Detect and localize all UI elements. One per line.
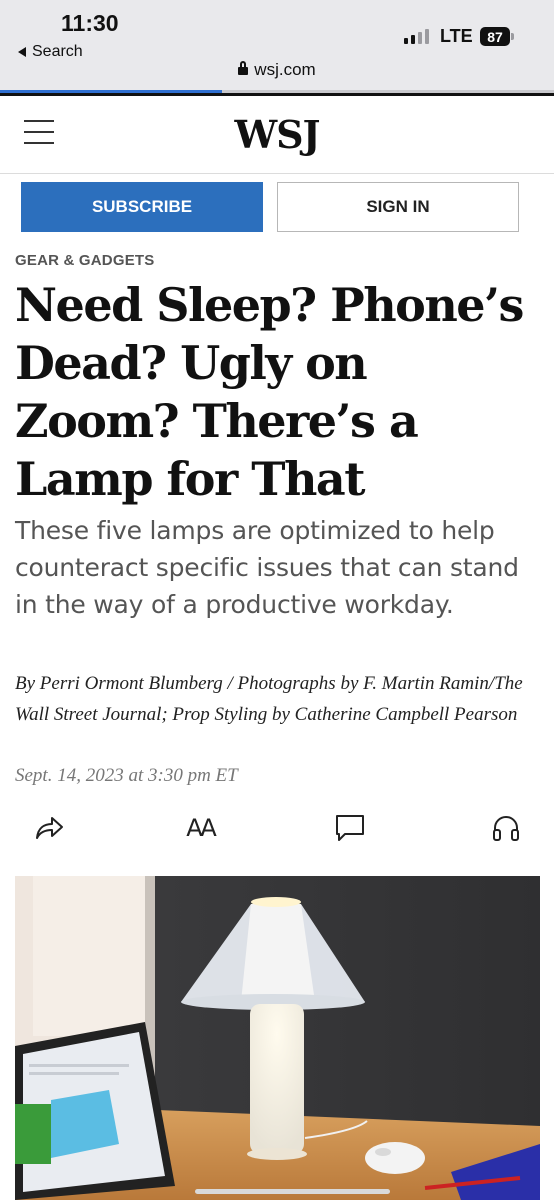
site-header: WSJ [0, 96, 554, 174]
article-date: Sept. 14, 2023 at 3:30 pm ET [15, 765, 238, 786]
address-bar[interactable]: wsj.com [0, 60, 554, 80]
back-label: Search [32, 43, 83, 60]
url-text: wsj.com [254, 60, 316, 79]
headphones-icon[interactable] [490, 808, 522, 848]
lock-icon [238, 61, 249, 75]
text-size-label: AA [186, 814, 216, 842]
article-hero-image[interactable] [15, 876, 540, 1200]
sign-in-button[interactable]: SIGN IN [277, 182, 519, 232]
browser-chrome: 11:30 Search LTE 87 wsj.com [0, 0, 554, 96]
battery-icon: 87 [480, 27, 514, 46]
back-arrow-icon [18, 47, 26, 57]
battery-level: 87 [487, 28, 503, 45]
lamp-photo-illustration [15, 876, 540, 1200]
section-label[interactable]: GEAR & GADGETS [15, 252, 154, 269]
article-toolbar: AA [0, 808, 554, 848]
article-headline: Need Sleep? Phone’s Dead? Ugly on Zoom? … [15, 278, 524, 506]
share-icon[interactable] [30, 808, 68, 848]
subscribe-button[interactable]: SUBSCRIBE [21, 182, 263, 232]
status-time: 11:30 [61, 10, 119, 36]
signal-strength-icon [404, 28, 429, 44]
article-byline: By Perri Ormont Blumberg / Photographs b… [15, 673, 523, 725]
network-type: LTE [440, 26, 473, 46]
text-size-icon[interactable]: AA [180, 808, 220, 848]
comment-icon[interactable] [333, 808, 367, 848]
back-to-search-button[interactable]: Search [18, 43, 83, 61]
wsj-logo[interactable]: WSJ [0, 112, 554, 157]
article-summary: These five lamps are optimized to help c… [15, 516, 519, 619]
